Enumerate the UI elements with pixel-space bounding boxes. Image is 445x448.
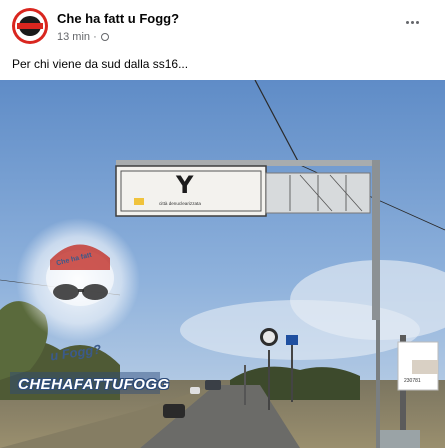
- sign-letter: Y: [176, 171, 194, 199]
- post-caption: Per chi viene da sud dalla ss16...: [12, 57, 189, 71]
- globe-icon: [100, 33, 109, 41]
- sign-subtitle: città denuclearizzata: [159, 201, 201, 206]
- page-avatar[interactable]: [12, 8, 48, 44]
- meta-separator: ·: [93, 31, 97, 43]
- post-header: Che ha fatt u Fogg? 13 min ·: [0, 0, 445, 50]
- post-time[interactable]: 13 min: [57, 31, 90, 43]
- watermark-banner: CHEHAFATTUFOGG: [18, 376, 170, 393]
- ellipsis-icon: [406, 21, 409, 24]
- post-meta: 13 min ·: [57, 31, 109, 43]
- pole-number: 230781: [404, 378, 421, 384]
- more-options-button[interactable]: [400, 12, 426, 32]
- post-photo[interactable]: Y città denuclearizzata Che ha fatt u Fo…: [0, 80, 445, 448]
- page-name-link[interactable]: Che ha fatt u Fogg?: [57, 11, 179, 26]
